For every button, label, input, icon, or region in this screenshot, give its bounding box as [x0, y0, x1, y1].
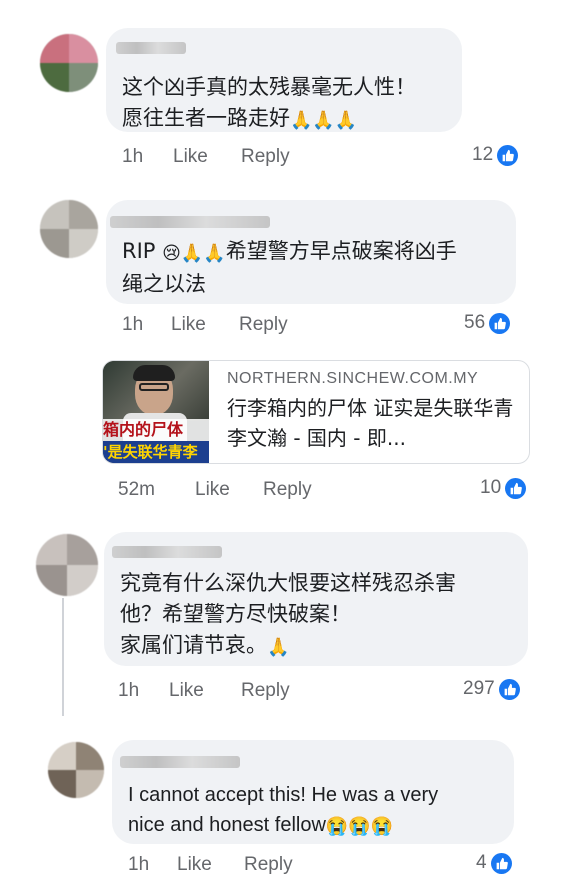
like-reaction-icon	[489, 312, 511, 334]
thumbnail-caption: '是失联华青李	[103, 441, 209, 463]
reaction-count[interactable]: 12	[472, 144, 519, 166]
link-domain: NORTHERN.SINCHEW.COM.MY	[227, 370, 479, 387]
like-button[interactable]: Like	[177, 854, 212, 876]
reaction-count[interactable]: 10	[480, 477, 527, 499]
reaction-count[interactable]: 4	[476, 852, 512, 874]
like-reaction-icon	[498, 678, 520, 700]
author-name-blurred[interactable]	[116, 42, 186, 54]
comment-time[interactable]: 1h	[118, 680, 139, 702]
like-reaction-icon	[490, 852, 512, 874]
comment-text: 究竟有什么深仇大恨要这样残忍杀害 他？希望警方尽快破案！ 家属们请节哀。🙏	[120, 568, 456, 663]
like-button[interactable]: Like	[171, 314, 206, 336]
like-reaction-icon	[505, 477, 527, 499]
crying-face-emoji: 😭😭😭	[325, 816, 394, 836]
like-button[interactable]: Like	[173, 146, 208, 168]
reply-button[interactable]: Reply	[244, 854, 293, 876]
reply-button[interactable]: Reply	[263, 479, 312, 501]
reaction-number: 10	[480, 477, 502, 498]
author-name-blurred[interactable]	[120, 756, 240, 768]
comment-bubble: I cannot accept this! He was a very nice…	[112, 740, 514, 844]
thumbnail-caption: 箱内的尸体	[103, 419, 209, 441]
comment-text: I cannot accept this! He was a very nice…	[128, 780, 438, 841]
link-thumbnail[interactable]: 箱内的尸体 '是失联华青李	[103, 361, 209, 463]
link-title[interactable]: 行李箱内的尸体 证实是失联华青李文瀚 - 国内 - 即...	[227, 393, 517, 453]
reply-button[interactable]: Reply	[241, 680, 290, 702]
reaction-number: 4	[476, 852, 487, 873]
reaction-number: 297	[463, 678, 495, 699]
reaction-number: 12	[472, 144, 494, 165]
link-preview-card[interactable]: 箱内的尸体 '是失联华青李 NORTHERN.SINCHEW.COM.MY 行李…	[102, 360, 530, 464]
comment-bubble: RIP 😢🙏🙏希望警方早点破案将凶手 绳之以法	[106, 200, 516, 304]
comment-time[interactable]: 1h	[122, 146, 143, 168]
comment-time[interactable]: 52m	[118, 479, 155, 501]
comment-time[interactable]: 1h	[128, 854, 149, 876]
praying-hands-emoji: 🙏🙏🙏	[290, 110, 358, 131]
avatar[interactable]	[48, 742, 104, 798]
comment-bubble: 这个凶手真的太残暴毫无人性！ 愿往生者一路走好🙏🙏🙏	[106, 28, 462, 132]
like-reaction-icon	[497, 144, 519, 166]
avatar[interactable]	[40, 34, 98, 92]
comment-bubble: 究竟有什么深仇大恨要这样残忍杀害 他？希望警方尽快破案！ 家属们请节哀。🙏	[104, 532, 528, 666]
reaction-number: 56	[464, 312, 486, 333]
comment-text: RIP 😢🙏🙏希望警方早点破案将凶手 绳之以法	[122, 239, 457, 296]
like-button[interactable]: Like	[195, 479, 230, 501]
avatar[interactable]	[36, 534, 98, 596]
author-name-blurred[interactable]	[112, 546, 222, 558]
author-name-blurred[interactable]	[110, 216, 270, 228]
comment-time[interactable]: 1h	[122, 314, 143, 336]
praying-hands-emoji: 🙏	[267, 637, 290, 658]
avatar[interactable]	[40, 200, 98, 258]
comment-text: 这个凶手真的太残暴毫无人性！ 愿往生者一路走好🙏🙏🙏	[122, 72, 416, 136]
like-button[interactable]: Like	[169, 680, 204, 702]
reaction-count[interactable]: 297	[463, 678, 520, 700]
sad-face-emoji: 😢🙏🙏	[162, 243, 226, 264]
reply-button[interactable]: Reply	[241, 146, 290, 168]
reply-button[interactable]: Reply	[239, 314, 288, 336]
reaction-count[interactable]: 56	[464, 312, 511, 334]
